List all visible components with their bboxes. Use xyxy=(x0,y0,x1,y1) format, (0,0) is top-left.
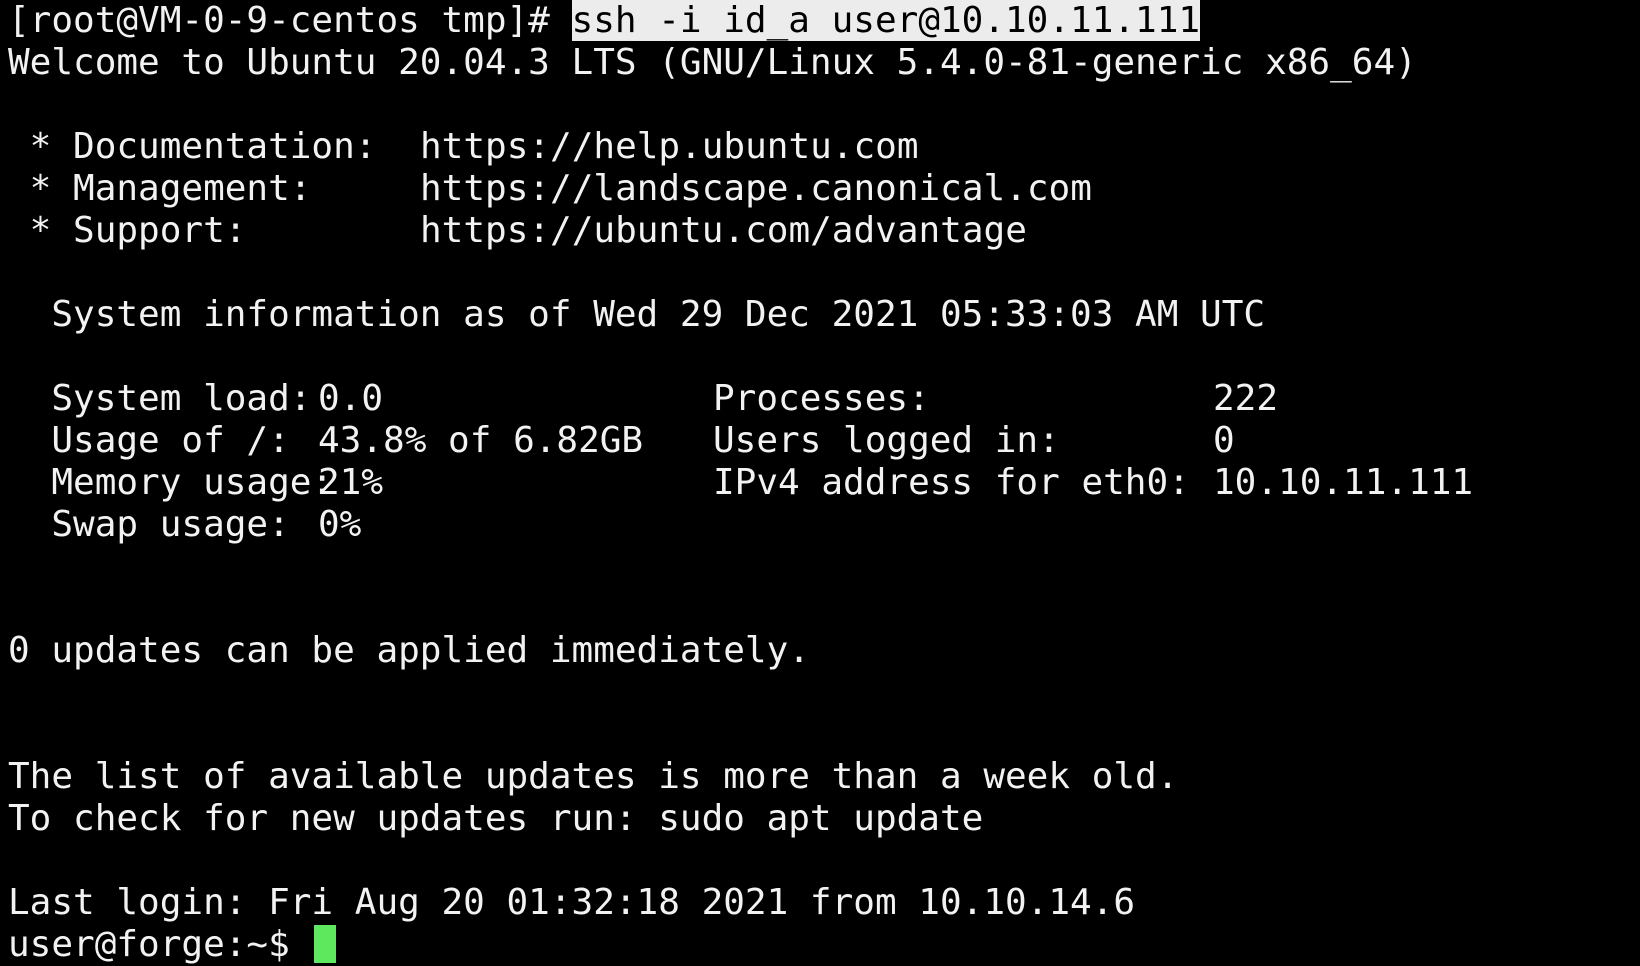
sysinfo-value: 21% xyxy=(318,462,384,503)
sysinfo-value: 0% xyxy=(318,504,362,545)
stale-list-message: The list of available updates is more th… xyxy=(8,756,1179,797)
sysinfo-header: System information as of Wed 29 Dec 2021… xyxy=(8,294,1266,335)
motd-link-row: * Management: https://landscape.canonical… xyxy=(8,168,1640,210)
updates-message: 0 updates can be applied immediately. xyxy=(8,630,810,671)
sysinfo-row: Usage of /: 43.8% of 6.82GB Users logged i… xyxy=(8,420,1640,462)
sysinfo-row: Swap usage: 0% xyxy=(8,504,1640,546)
sysinfo-value: 222 xyxy=(1213,378,1279,419)
sysinfo-value: 43.8% of 6.82GB xyxy=(318,420,644,461)
sysinfo-key: Swap usage: xyxy=(8,504,290,545)
motd-link-url: https://landscape.canonical.com xyxy=(420,168,1092,209)
motd-link-row: * Documentation: https://help.ubuntu.com xyxy=(8,126,1640,168)
selected-command[interactable]: ssh -i id_a user@10.10.11.111 xyxy=(571,0,1201,41)
sysinfo-key: System load: xyxy=(8,378,312,419)
motd-link-label: * Documentation: xyxy=(8,126,377,167)
check-updates-message: To check for new updates run: sudo apt u… xyxy=(8,798,984,839)
sysinfo-key: Usage of /: xyxy=(8,420,290,461)
shell-prompt: user@forge:~$ xyxy=(8,924,312,965)
sysinfo-key: IPv4 address for eth0: xyxy=(713,462,1190,503)
welcome-line: Welcome to Ubuntu 20.04.3 LTS (GNU/Linux… xyxy=(8,42,1417,83)
motd-link-url: https://ubuntu.com/advantage xyxy=(420,210,1027,251)
motd-link-url: https://help.ubuntu.com xyxy=(420,126,919,167)
sysinfo-row: Memory usage:21% IPv4 address for eth0: 10… xyxy=(8,462,1640,504)
sysinfo-row: System load: 0.0 Processes: 222 xyxy=(8,378,1640,420)
root-prompt: [root@VM-0-9-centos tmp]# xyxy=(8,0,572,41)
sysinfo-value: 10.10.11.111 xyxy=(1213,462,1474,503)
shell-prompt-line[interactable]: user@forge:~$ xyxy=(8,924,1640,966)
terminal-window[interactable]: [root@VM-0-9-centos tmp]# ssh -i id_a us… xyxy=(0,0,1640,966)
sysinfo-key: Processes: xyxy=(713,378,930,419)
sysinfo-key: Memory usage: xyxy=(8,462,334,503)
sysinfo-key: Users logged in: xyxy=(713,420,1060,461)
sysinfo-value: 0.0 xyxy=(318,378,384,419)
motd-link-label: * Support: xyxy=(8,210,247,251)
last-login-line: Last login: Fri Aug 20 01:32:18 2021 fro… xyxy=(8,882,1136,923)
terminal-cursor[interactable] xyxy=(314,925,337,963)
motd-link-label: * Management: xyxy=(8,168,312,209)
motd-link-row: * Support: https://ubuntu.com/advantage xyxy=(8,210,1640,252)
sysinfo-value: 0 xyxy=(1213,420,1235,461)
command-line: [root@VM-0-9-centos tmp]# ssh -i id_a us… xyxy=(8,0,1640,42)
